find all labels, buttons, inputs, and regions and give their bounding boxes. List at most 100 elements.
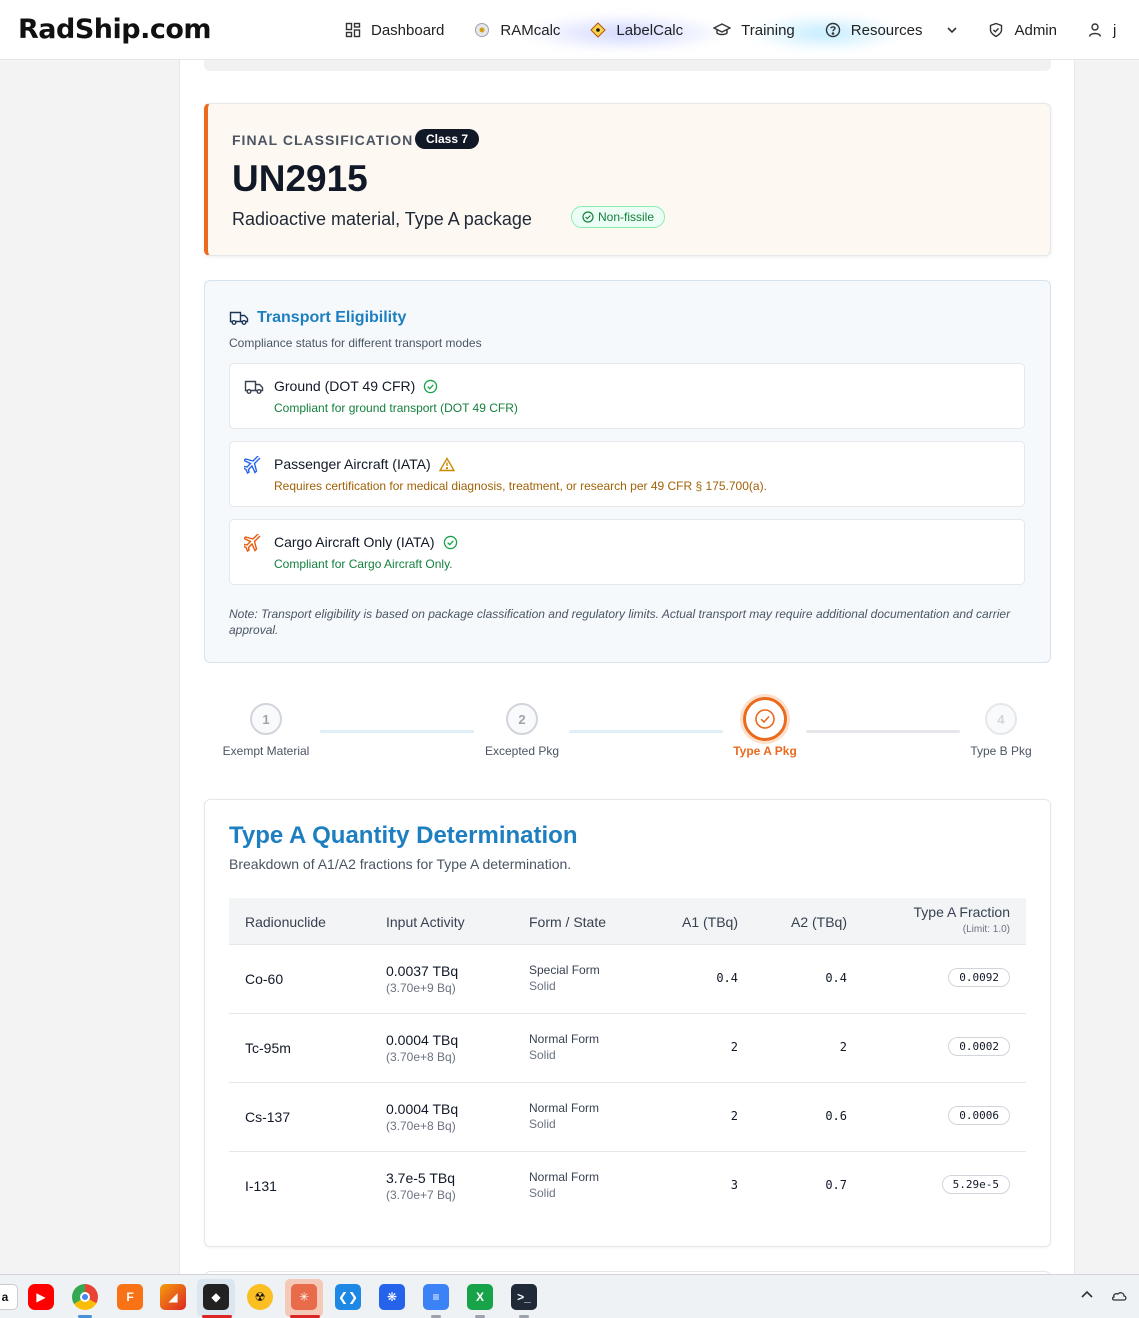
transport-eligibility-title: Transport Eligibility — [257, 309, 407, 326]
nav-dashboard[interactable]: Dashboard — [345, 22, 444, 39]
top-navbar: RadShip.com Dashboard RAMcalc LabelCalc … — [0, 0, 1139, 60]
nav-admin[interactable]: Admin — [988, 22, 1057, 39]
col-radionuclide: Radionuclide — [245, 914, 326, 930]
youtube-icon[interactable]: ▶ — [28, 1284, 54, 1310]
state-text: Solid — [529, 1048, 556, 1062]
cell-a2: 0.4 — [825, 971, 847, 985]
step-2-circle[interactable]: 2 — [506, 703, 538, 735]
transport-eligibility-heading: Transport Eligibility — [229, 309, 406, 327]
claude-icon[interactable]: ✳ — [291, 1284, 317, 1310]
activity-bq: (3.70e+8 Bq) — [386, 1119, 456, 1133]
col-a2: A2 (TBq) — [790, 914, 847, 930]
nav-label: Admin — [1014, 21, 1057, 39]
transport-note: Note: Transport eligibility is based on … — [229, 607, 1011, 637]
mode-name-text: Cargo Aircraft Only (IATA) — [274, 534, 435, 550]
form-text: Normal Form — [529, 1101, 600, 1115]
step-1-circle[interactable]: 1 — [250, 703, 282, 735]
nav-resources[interactable]: Resources — [825, 22, 959, 39]
chevron-down-icon[interactable] — [946, 24, 958, 36]
cell-form: Special Form Solid — [529, 963, 600, 993]
step-3-circle-active[interactable] — [743, 697, 787, 741]
notepad-icon[interactable]: ≡ — [423, 1284, 449, 1310]
mode-name-text: Passenger Aircraft (IATA) — [274, 456, 431, 472]
cell-radionuclide: Cs-137 — [245, 1109, 291, 1125]
activity-bq: (3.70e+7 Bq) — [386, 1188, 456, 1202]
amazon-icon[interactable]: a — [0, 1284, 18, 1310]
nav-labelcalc[interactable]: LabelCalc — [590, 22, 683, 39]
col-form-state: Form / State — [529, 914, 607, 930]
vscode-icon[interactable]: ❮❯ — [335, 1284, 361, 1310]
transport-mode-status: Requires certification for medical diagn… — [274, 479, 767, 493]
terminal-icon[interactable]: >_ — [511, 1284, 537, 1310]
transport-mode-status: Compliant for ground transport (DOT 49 C… — [274, 401, 518, 415]
type-a-quantity-card: Type A Quantity Determination Breakdown … — [204, 799, 1051, 1247]
form-text: Special Form — [529, 963, 600, 977]
excel-icon[interactable]: X — [467, 1284, 493, 1310]
table-header: Radionuclide Input Activity Form / State… — [229, 898, 1026, 945]
activity-bq: (3.70e+8 Bq) — [386, 1050, 456, 1064]
activity-tbq: 0.0037 TBq — [386, 963, 459, 979]
cell-a2: 0.7 — [825, 1178, 847, 1192]
cell-radionuclide: Co-60 — [245, 971, 284, 987]
site-logo[interactable]: RadShip.com — [18, 14, 212, 45]
cargo-plane-icon — [244, 534, 261, 552]
onedrive-cloud-icon[interactable] — [1110, 1288, 1128, 1302]
col-a1: A1 (TBq) — [681, 914, 738, 930]
proper-shipping-name: Radioactive material, Type A package — [232, 209, 532, 229]
step-connector — [806, 730, 960, 733]
cell-a1: 2 — [730, 1040, 738, 1054]
previous-card-edge — [204, 60, 1051, 71]
warning-triangle-icon — [438, 456, 455, 471]
fraction-badge: 0.0092 — [948, 968, 1010, 987]
transport-eligibility-card: Transport Eligibility Compliance status … — [204, 280, 1051, 663]
activity-tbq: 0.0004 TBq — [386, 1032, 459, 1048]
check-circle-icon — [582, 211, 594, 223]
plane-icon — [244, 456, 261, 474]
cell-activity: 3.7e-5 TBq (3.70e+7 Bq) — [386, 1170, 456, 1202]
check-circle-icon — [755, 709, 775, 729]
nav-label: j — [1113, 21, 1117, 39]
cell-form: Normal Form Solid — [529, 1032, 599, 1062]
nav-training[interactable]: Training — [713, 22, 795, 39]
table-row: Co-60 0.0037 TBq (3.70e+9 Bq) Special For… — [229, 945, 1026, 1014]
table-row: Tc-95m 0.0004 TBq (3.70e+8 Bq) Normal For… — [229, 1014, 1026, 1083]
nav-label: Dashboard — [371, 21, 445, 39]
step-2-label: Excepted Pkg — [484, 744, 560, 758]
type-a-subtitle: Breakdown of A1/A2 fractions for Type A … — [229, 856, 572, 872]
form-text: Normal Form — [529, 1170, 600, 1184]
state-text: Solid — [529, 979, 556, 993]
mode-name-text: Ground (DOT 49 CFR) — [274, 378, 416, 394]
nav-label: Training — [741, 21, 795, 39]
step-4-circle[interactable]: 4 — [985, 703, 1017, 735]
foxit-icon[interactable]: F — [117, 1284, 143, 1310]
step-connector — [569, 730, 723, 733]
transport-mode-name: Cargo Aircraft Only (IATA) — [274, 534, 458, 550]
transport-mode-name: Ground (DOT 49 CFR) — [274, 378, 438, 394]
user-icon — [1088, 23, 1102, 37]
cell-a1: 2 — [730, 1109, 738, 1123]
cell-a1: 3 — [730, 1178, 738, 1192]
step-connector — [320, 730, 474, 733]
activity-bq: (3.70e+9 Bq) — [386, 981, 456, 995]
os-taskbar: a ▶ F ◢ ◆ ☢ ✳ ❮❯ ❋ ≡ X >_ — [0, 1274, 1139, 1318]
cell-radionuclide: I-131 — [245, 1178, 277, 1194]
chevron-up-icon[interactable] — [1080, 1288, 1094, 1302]
cell-a2: 2 — [839, 1040, 847, 1054]
nav-ramcalc[interactable]: RAMcalc — [474, 22, 560, 39]
transport-mode-name: Passenger Aircraft (IATA) — [274, 456, 455, 472]
fraction-badge: 5.29e-5 — [941, 1175, 1010, 1194]
cell-activity: 0.0004 TBq (3.70e+8 Bq) — [386, 1032, 458, 1064]
labelcalc-icon — [590, 22, 607, 38]
final-classification-card: FINAL CLASSIFICATION Class 7 UN2915 Radi… — [204, 103, 1051, 256]
settings-gear-icon[interactable]: ❋ — [379, 1284, 405, 1310]
cell-radionuclide: Tc-95m — [245, 1040, 291, 1056]
radiation-icon[interactable]: ☢ — [247, 1284, 273, 1310]
help-circle-icon — [825, 22, 840, 38]
unity-icon[interactable]: ◆ — [203, 1284, 229, 1310]
matlab-icon[interactable]: ◢ — [160, 1284, 186, 1310]
nav-user[interactable]: j — [1087, 22, 1116, 39]
table-row: I-131 3.7e-5 TBq (3.70e+7 Bq) Normal Form… — [229, 1152, 1026, 1221]
class-badge: Class 7 — [415, 129, 480, 149]
chrome-icon[interactable] — [72, 1284, 98, 1310]
transport-eligibility-subtitle: Compliance status for different transpor… — [229, 336, 482, 350]
